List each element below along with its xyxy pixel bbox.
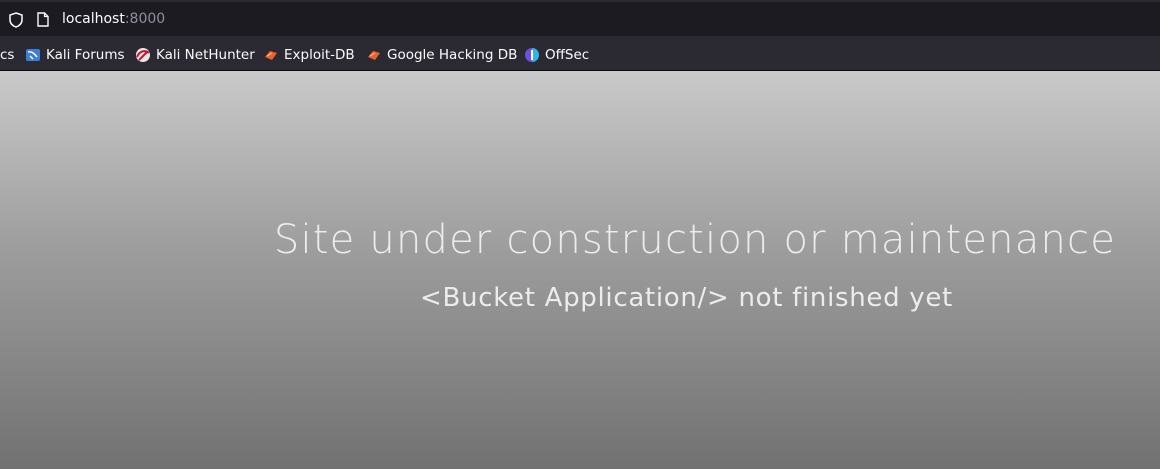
bookmark-label: Google Hacking DB bbox=[387, 47, 518, 63]
bookmark-google-hacking-db[interactable]: Google Hacking DB bbox=[366, 46, 517, 64]
bookmark-kali-nethunter[interactable]: Kali NetHunter bbox=[135, 46, 255, 64]
bookmark-label: Kali Forums bbox=[46, 47, 125, 63]
page-headline: Site under construction or maintenance bbox=[273, 217, 1116, 263]
bookmark-label: Exploit-DB bbox=[284, 47, 355, 63]
url-port: :8000 bbox=[124, 11, 166, 27]
bookmark-kali-forums[interactable]: Kali Forums bbox=[25, 46, 125, 64]
bookmark-label: OffSec bbox=[545, 47, 590, 63]
bookmark-partial[interactable]: cs bbox=[0, 46, 14, 64]
page-icon bbox=[37, 12, 49, 27]
url-bar[interactable]: localhost:8000 bbox=[0, 2, 1160, 36]
kali-nethunter-icon bbox=[136, 48, 150, 62]
bookmarks-toolbar: cs Kali Forums Kali NetHunter Exploit-DB… bbox=[0, 38, 1160, 71]
shield-icon[interactable] bbox=[9, 12, 23, 28]
bookmark-label: cs bbox=[0, 47, 15, 63]
page-subline: <Bucket Application/> not finished yet bbox=[420, 283, 953, 313]
url-bar-row: localhost:8000 bbox=[0, 0, 1160, 38]
exploit-db-icon bbox=[265, 51, 277, 60]
url-input[interactable]: localhost:8000 bbox=[62, 11, 165, 27]
offsec-icon bbox=[525, 48, 539, 62]
kali-forums-icon bbox=[26, 49, 40, 61]
bookmark-exploit-db[interactable]: Exploit-DB bbox=[263, 46, 355, 64]
page-content: Site under construction or maintenance <… bbox=[0, 71, 1160, 469]
exploit-db-icon bbox=[368, 51, 380, 60]
bookmark-label: Kali NetHunter bbox=[156, 47, 255, 63]
url-host: localhost bbox=[62, 11, 125, 27]
bookmark-offsec[interactable]: OffSec bbox=[524, 46, 589, 64]
